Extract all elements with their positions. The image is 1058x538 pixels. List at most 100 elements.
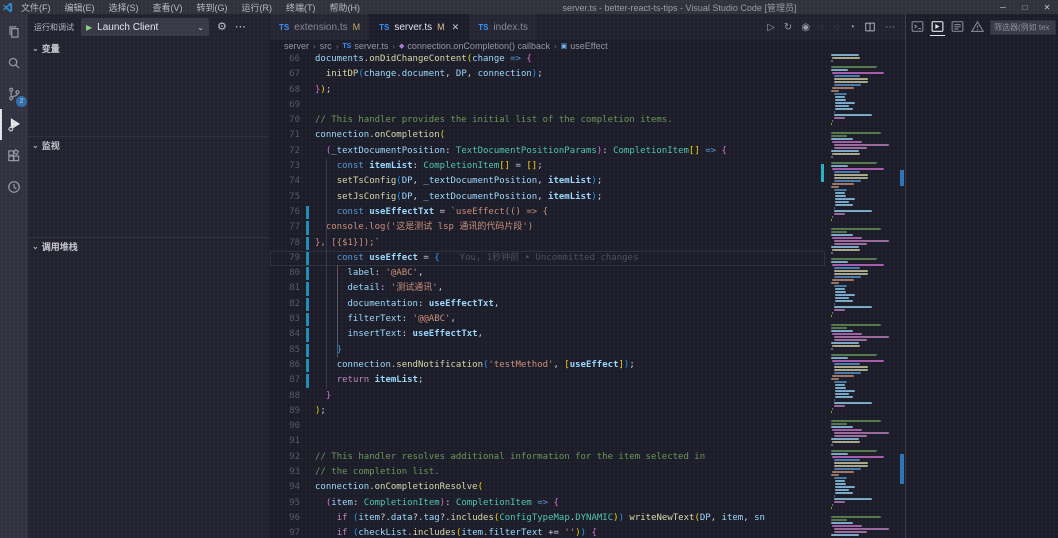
code-line[interactable]: 80 label: '@ABC', <box>270 266 825 281</box>
panel-tab-output[interactable] <box>950 19 965 35</box>
menu-item[interactable]: 编辑(E) <box>58 0 102 14</box>
code-line[interactable]: 73 const itemList: CompletionItem[] = []… <box>270 159 825 174</box>
open-preview-icon[interactable]: ◉ <box>801 22 810 33</box>
line-number[interactable]: 86 <box>270 358 300 373</box>
menu-item[interactable]: 文件(F) <box>14 0 58 14</box>
split-editor-icon[interactable] <box>864 21 876 33</box>
code-line[interactable]: 68}); <box>270 83 825 98</box>
tab-index.ts[interactable]: TS index.ts <box>469 14 538 40</box>
menu-item[interactable]: 帮助(H) <box>323 0 368 14</box>
minimap[interactable] <box>831 52 898 538</box>
launch-config-dropdown[interactable]: ▶ Launch Client ⌄ <box>81 18 209 36</box>
code-line[interactable]: 81 detail: '测试通讯', <box>270 281 825 296</box>
line-number[interactable]: 75 <box>270 190 300 205</box>
line-number[interactable]: 97 <box>270 526 300 538</box>
panel-tab-problems[interactable] <box>970 19 985 35</box>
tab-server.ts[interactable]: TS server.ts M ✕ <box>370 14 470 40</box>
code-line[interactable]: 96 if (item?.data?.tag?.includes(ConfigT… <box>270 511 825 526</box>
code-line[interactable]: 86 connection.sendNotification('testMeth… <box>270 358 825 373</box>
activity-item-search[interactable] <box>0 47 28 78</box>
menu-item[interactable]: 选择(S) <box>102 0 146 14</box>
code-line[interactable]: 67 initDP(change.document, DP, connectio… <box>270 67 825 82</box>
activity-item-run-and-debug[interactable] <box>0 109 28 140</box>
activity-item-explorer[interactable] <box>0 16 28 47</box>
code-line[interactable]: 69 <box>270 98 825 113</box>
nav-back-icon[interactable]: ◌ <box>819 22 825 33</box>
menu-item[interactable]: 运行(R) <box>235 0 280 14</box>
line-number[interactable]: 70 <box>270 113 300 128</box>
line-number[interactable]: 79 <box>270 251 300 266</box>
more-actions-icon[interactable]: ⋯ <box>235 21 246 33</box>
code-line[interactable]: 70 // This handler provides the initial l… <box>270 113 825 128</box>
code-line[interactable]: 84 insertText: useEffectTxt, <box>270 327 825 342</box>
line-number[interactable]: 90 <box>270 419 300 434</box>
run-timer-icon[interactable]: ◔ <box>849 22 855 33</box>
line-number[interactable]: 92 <box>270 450 300 465</box>
code-line[interactable]: 90 <box>270 419 825 434</box>
breadcrumb-item[interactable]: TS server.ts <box>342 41 388 51</box>
line-number[interactable]: 93 <box>270 465 300 480</box>
line-number[interactable]: 84 <box>270 327 300 342</box>
code-line[interactable]: 87 return itemList; <box>270 373 825 388</box>
code-line[interactable]: 97 if (checkList.includes(item.filterTex… <box>270 526 825 538</box>
line-number[interactable]: 77 <box>270 220 300 235</box>
code-line[interactable]: 74 setTsConfig(DP, _textDocumentPosition… <box>270 174 825 189</box>
code-line[interactable]: 94 connection.onCompletionResolve( <box>270 480 825 495</box>
code-line[interactable]: 91 <box>270 434 825 449</box>
code-line[interactable]: 72 (_textDocumentPosition: TextDocumentP… <box>270 144 825 159</box>
tab-extension.ts[interactable]: TS extension.ts M <box>270 14 371 40</box>
breadcrumb-item[interactable]: server <box>284 41 309 51</box>
line-number[interactable]: 85 <box>270 343 300 358</box>
close-tab-icon[interactable]: ✕ <box>452 22 460 33</box>
line-number[interactable]: 73 <box>270 159 300 174</box>
line-number[interactable]: 68 <box>270 83 300 98</box>
line-number[interactable]: 82 <box>270 297 300 312</box>
close-icon[interactable]: ✕ <box>1036 0 1058 14</box>
code-line[interactable]: 92 // This handler resolves additional in… <box>270 450 825 465</box>
line-number[interactable]: 74 <box>270 174 300 189</box>
restart-icon[interactable]: ↻ <box>784 22 792 33</box>
breadcrumb-item[interactable]: ◆ connection.onCompletion() callback <box>399 41 550 51</box>
panel-tab-debug-console[interactable] <box>930 19 945 36</box>
code-line[interactable]: 71 connection.onCompletion( <box>270 128 825 143</box>
code-line[interactable]: 89); <box>270 404 825 419</box>
watch-section-header[interactable]: ⌄ 监视 <box>28 137 269 153</box>
code-line[interactable]: 93 // the completion list. <box>270 465 825 480</box>
line-number[interactable]: 95 <box>270 496 300 511</box>
minimize-icon[interactable]: ─ <box>992 0 1014 14</box>
breadcrumb-item[interactable]: ▣ useEffect <box>561 41 608 51</box>
code-line[interactable]: 88 } <box>270 389 825 404</box>
activity-item-extensions[interactable] <box>0 140 28 171</box>
line-number[interactable]: 87 <box>270 373 300 388</box>
line-number[interactable]: 78 <box>270 236 300 251</box>
code-line[interactable]: 75 setJsConfig(DP, _textDocumentPosition… <box>270 190 825 205</box>
line-number[interactable]: 81 <box>270 281 300 296</box>
panel-tab-terminal[interactable] <box>910 19 925 35</box>
activity-item-timeline[interactable] <box>0 171 28 202</box>
code-line[interactable]: 83 filterText: '@@ABC', <box>270 312 825 327</box>
line-number[interactable]: 69 <box>270 98 300 113</box>
activity-item-source-control[interactable]: 2 <box>0 78 28 109</box>
line-number[interactable]: 66 <box>270 52 300 67</box>
line-number[interactable]: 94 <box>270 480 300 495</box>
line-number[interactable]: 91 <box>270 434 300 449</box>
code-line[interactable]: 79 const useEffect = {You, 1秒钟前 • Uncomm… <box>270 250 825 267</box>
code-line[interactable]: 82 documentation: useEffectTxt, <box>270 297 825 312</box>
menu-item[interactable]: 查看(V) <box>146 0 190 14</box>
code-line[interactable]: 77 console.log('这是测试 lsp 通讯的代码片段') <box>270 220 825 235</box>
line-number[interactable]: 76 <box>270 205 300 220</box>
code-line[interactable]: 66 documents.onDidChangeContent(change =>… <box>270 52 825 67</box>
line-number[interactable]: 83 <box>270 312 300 327</box>
line-number[interactable]: 67 <box>270 67 300 82</box>
callstack-section-header[interactable]: ⌄ 调用堆栈 <box>28 238 269 254</box>
line-number[interactable]: 80 <box>270 266 300 281</box>
line-number[interactable]: 71 <box>270 128 300 143</box>
run-icon[interactable]: ▷ <box>767 22 775 33</box>
code-line[interactable]: 85 } <box>270 343 825 358</box>
menu-item[interactable]: 终端(T) <box>279 0 323 14</box>
start-debug-icon[interactable]: ▶ <box>86 23 92 32</box>
nav-forward-icon[interactable]: ◌ <box>834 22 840 33</box>
line-number[interactable]: 89 <box>270 404 300 419</box>
code-line[interactable]: 95 (item: CompletionItem): CompletionIte… <box>270 496 825 511</box>
more-actions-icon[interactable]: ⋯ <box>885 22 895 33</box>
